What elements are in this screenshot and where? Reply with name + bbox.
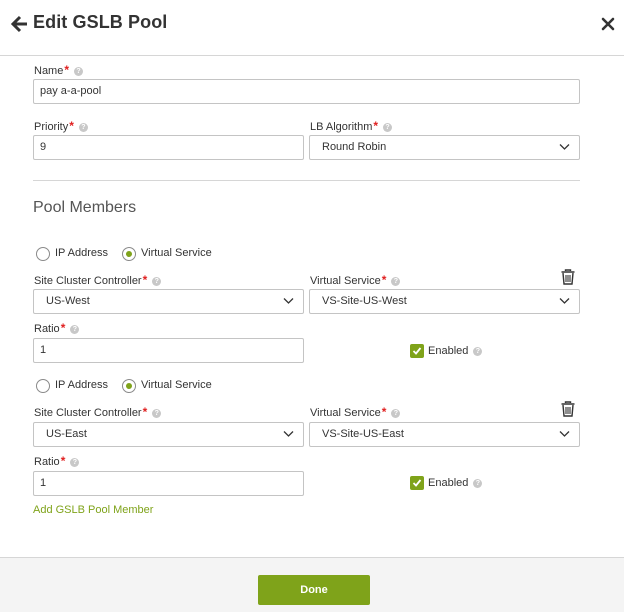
virtual-service-select[interactable]: VS-Site-US-West bbox=[309, 289, 580, 314]
enabled-checkbox[interactable] bbox=[410, 344, 424, 358]
required-marker: * bbox=[60, 454, 66, 468]
help-icon[interactable]: ? bbox=[74, 67, 84, 76]
site-cluster-select[interactable]: US-East bbox=[33, 422, 304, 447]
help-icon[interactable]: ? bbox=[391, 409, 401, 418]
lb-algorithm-value: Round Robin bbox=[322, 141, 387, 153]
help-icon[interactable]: ? bbox=[473, 479, 483, 488]
chevron-down-icon bbox=[283, 431, 294, 437]
required-marker: * bbox=[142, 405, 148, 419]
help-icon[interactable]: ? bbox=[152, 409, 162, 418]
virtual-service-radio-label: Virtual Service bbox=[141, 379, 212, 391]
name-input[interactable]: pay a-a-pool bbox=[33, 79, 580, 104]
required-marker: * bbox=[373, 119, 379, 133]
enabled-label: Enabled? bbox=[428, 477, 483, 489]
site-cluster-select[interactable]: US-West bbox=[33, 289, 304, 314]
required-marker: * bbox=[381, 405, 387, 419]
required-marker: * bbox=[64, 63, 70, 77]
divider bbox=[33, 180, 580, 181]
virtual-service-label: Virtual Service*? bbox=[310, 405, 401, 419]
arrow-left-icon[interactable] bbox=[11, 15, 29, 33]
help-icon[interactable]: ? bbox=[70, 325, 80, 334]
required-marker: * bbox=[381, 273, 387, 287]
done-button[interactable]: Done bbox=[258, 575, 370, 605]
name-label: Name*? bbox=[34, 63, 84, 77]
close-icon[interactable] bbox=[600, 16, 616, 32]
modal-footer: Done bbox=[0, 557, 624, 612]
ratio-input[interactable]: 1 bbox=[33, 338, 304, 363]
enabled-checkbox[interactable] bbox=[410, 476, 424, 490]
checkmark-icon bbox=[412, 479, 422, 487]
priority-input[interactable]: 9 bbox=[33, 135, 304, 160]
help-icon[interactable]: ? bbox=[473, 347, 483, 356]
checkmark-icon bbox=[412, 347, 422, 355]
chevron-down-icon bbox=[559, 298, 570, 304]
virtual-service-radio[interactable] bbox=[122, 379, 136, 393]
virtual-service-radio-label: Virtual Service bbox=[141, 247, 212, 259]
site-cluster-label: Site Cluster Controller*? bbox=[34, 405, 162, 419]
priority-label: Priority*? bbox=[34, 119, 88, 133]
ip-address-radio-label: IP Address bbox=[55, 379, 108, 391]
trash-icon[interactable] bbox=[561, 401, 575, 417]
lb-algorithm-label: LB Algorithm*? bbox=[310, 119, 393, 133]
virtual-service-value: VS-Site-US-West bbox=[322, 295, 407, 307]
help-icon[interactable]: ? bbox=[70, 458, 80, 467]
pool-members-title: Pool Members bbox=[33, 199, 137, 216]
ratio-label: Ratio*? bbox=[34, 454, 80, 468]
help-icon[interactable]: ? bbox=[383, 123, 393, 132]
trash-icon[interactable] bbox=[561, 269, 575, 285]
ip-address-radio-label: IP Address bbox=[55, 247, 108, 259]
help-icon[interactable]: ? bbox=[78, 123, 88, 132]
modal-body: Name*? pay a-a-pool Priority*? 9 LB Algo… bbox=[0, 57, 624, 557]
chevron-down-icon bbox=[283, 298, 294, 304]
lb-algorithm-select[interactable]: Round Robin bbox=[309, 135, 580, 160]
enabled-label: Enabled? bbox=[428, 345, 483, 357]
help-icon[interactable]: ? bbox=[152, 277, 162, 286]
chevron-down-icon bbox=[559, 144, 570, 150]
site-cluster-label: Site Cluster Controller*? bbox=[34, 273, 162, 287]
help-icon[interactable]: ? bbox=[391, 277, 401, 286]
add-gslb-pool-member-link[interactable]: Add GSLB Pool Member bbox=[33, 504, 153, 516]
ip-address-radio[interactable] bbox=[36, 379, 50, 393]
virtual-service-value: VS-Site-US-East bbox=[322, 428, 404, 440]
virtual-service-select[interactable]: VS-Site-US-East bbox=[309, 422, 580, 447]
required-marker: * bbox=[142, 273, 148, 287]
required-marker: * bbox=[60, 321, 66, 335]
virtual-service-radio[interactable] bbox=[122, 247, 136, 261]
modal-header: Edit GSLB Pool bbox=[0, 0, 624, 56]
modal-title: Edit GSLB Pool bbox=[33, 12, 168, 32]
site-cluster-value: US-West bbox=[46, 295, 90, 307]
chevron-down-icon bbox=[559, 431, 570, 437]
ratio-input[interactable]: 1 bbox=[33, 471, 304, 496]
virtual-service-label: Virtual Service*? bbox=[310, 273, 401, 287]
ip-address-radio[interactable] bbox=[36, 247, 50, 261]
required-marker: * bbox=[69, 119, 74, 133]
site-cluster-value: US-East bbox=[46, 428, 87, 440]
ratio-label: Ratio*? bbox=[34, 321, 80, 335]
